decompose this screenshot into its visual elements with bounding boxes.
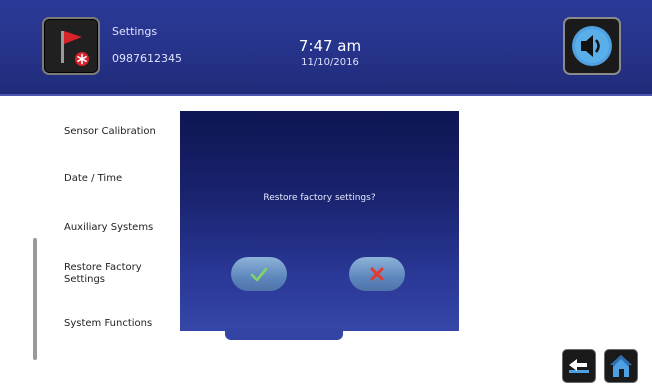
header-bar: Settings 0987612345 7:47 am 11/10/2016	[0, 0, 652, 96]
dialog-tab	[225, 328, 343, 340]
confirm-dialog	[180, 111, 459, 331]
back-arrow-icon	[569, 359, 589, 373]
sound-button[interactable]	[563, 17, 621, 75]
clock-time: 7:47 am	[298, 37, 362, 55]
menu-item-system-functions[interactable]: System Functions	[64, 318, 152, 330]
checkmark-icon	[250, 267, 268, 282]
clock-date: 11/10/2016	[301, 57, 359, 68]
flag-icon	[61, 31, 89, 66]
speaker-icon	[572, 26, 612, 66]
alert-flag-button[interactable]	[42, 17, 100, 75]
menu-item-sensor-calibration[interactable]: Sensor Calibration	[64, 126, 156, 138]
cancel-button[interactable]	[349, 257, 405, 291]
menu-item-restore-factory-settings[interactable]: Restore Factory Settings	[64, 262, 154, 286]
phone-number: 0987612345	[112, 52, 182, 65]
home-button[interactable]	[604, 349, 638, 383]
back-button[interactable]	[562, 349, 596, 383]
x-icon	[370, 267, 384, 281]
menu-item-auxiliary-systems[interactable]: Auxiliary Systems	[64, 222, 153, 234]
dialog-message: Restore factory settings?	[263, 193, 376, 203]
scrollbar[interactable]	[33, 238, 37, 360]
home-icon	[610, 355, 632, 377]
menu-item-date-time[interactable]: Date / Time	[64, 173, 122, 185]
page-title: Settings	[112, 25, 158, 38]
confirm-button[interactable]	[231, 257, 287, 291]
